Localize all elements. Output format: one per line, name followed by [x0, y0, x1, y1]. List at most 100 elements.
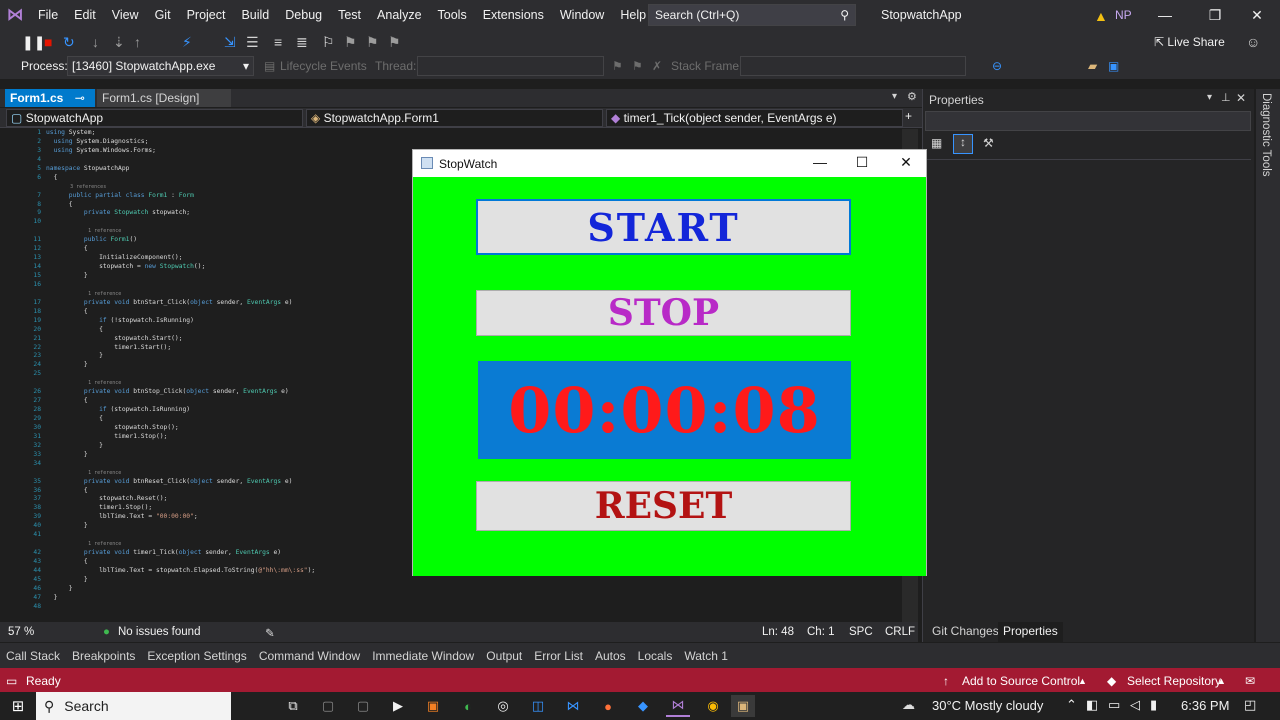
battery-icon[interactable]: ▮ — [1150, 697, 1157, 713]
user-avatar[interactable]: NP — [1115, 0, 1132, 30]
tab-command-window[interactable]: Command Window — [253, 649, 366, 663]
live-share-button[interactable]: ⇱ Live Share — [1154, 35, 1225, 49]
clock[interactable]: 6:36 PM — [1181, 698, 1229, 713]
menu-window[interactable]: Window — [552, 0, 612, 30]
vs-code-icon[interactable]: ⋈ — [561, 695, 585, 717]
clear-bookmarks-icon[interactable]: ⚑ — [388, 34, 401, 50]
pin-icon[interactable]: ⊸ — [75, 91, 85, 105]
taskbar-search[interactable]: ⚲ Search — [36, 692, 231, 720]
categorized-icon[interactable]: ▦ — [931, 136, 942, 150]
stop-button[interactable]: STOP — [476, 290, 851, 336]
tab-git-changes[interactable]: Git Changes — [927, 622, 1004, 642]
task-view-icon[interactable]: ⧉ — [281, 695, 305, 717]
step-over-icon[interactable]: ⇣ — [113, 34, 125, 50]
menu-project[interactable]: Project — [179, 0, 234, 30]
visual-studio-icon[interactable]: ⋈ — [666, 695, 690, 717]
process-dropdown[interactable]: [13460] StopwatchApp.exe ▾ — [67, 56, 254, 76]
property-grid[interactable] — [927, 159, 1251, 619]
network-icon[interactable]: ▭ — [1108, 697, 1120, 713]
minimize-button[interactable]: — — [1142, 0, 1188, 30]
close-button[interactable]: ✕ — [1234, 0, 1280, 30]
chrome-icon[interactable]: ◉ — [701, 695, 725, 717]
notification-center-icon[interactable]: ◰ — [1244, 697, 1256, 713]
menu-edit[interactable]: Edit — [66, 0, 104, 30]
start-button[interactable]: START — [476, 199, 851, 255]
search-input[interactable]: Search (Ctrl+Q) ⚲ — [648, 4, 856, 26]
thread-dropdown[interactable] — [417, 56, 604, 76]
tab-autos[interactable]: Autos — [589, 649, 632, 663]
add-source-control-button[interactable]: Add to Source Control — [962, 674, 1080, 688]
stopwatch-titlebar[interactable]: StopWatch — ☐ ✕ — [413, 150, 926, 177]
settings-gear-icon[interactable]: ⚙ — [907, 90, 917, 103]
hot-reload-icon[interactable]: ⚡ — [182, 34, 192, 50]
line-ending[interactable]: CRLF — [885, 626, 915, 638]
menu-analyze[interactable]: Analyze — [369, 0, 429, 30]
close-panel-icon[interactable]: ✕ — [1236, 91, 1246, 105]
feedback-icon[interactable]: ☺ — [1246, 34, 1260, 50]
menu-extensions[interactable]: Extensions — [475, 0, 552, 30]
flag-thread-icon[interactable]: ⚑ — [612, 59, 623, 73]
tab-immediate-window[interactable]: Immediate Window — [366, 649, 480, 663]
media-player-icon[interactable]: ▶ — [386, 695, 410, 717]
comment-icon[interactable]: ☰ — [246, 34, 259, 50]
tab-overflow-icon[interactable]: ▾ — [892, 91, 897, 102]
tab-output[interactable]: Output — [480, 649, 528, 663]
next-bookmark-icon[interactable]: ⚑ — [366, 34, 379, 50]
tab-form1-design[interactable]: Form1.cs [Design] — [97, 89, 231, 107]
form-maximize-button[interactable]: ☐ — [847, 154, 877, 174]
navigate-back-icon[interactable]: ⊖ — [992, 59, 1002, 73]
reset-button[interactable]: RESET — [476, 481, 851, 531]
app-orange-icon[interactable]: ▣ — [421, 695, 445, 717]
pin-panel-icon[interactable]: ⊥ — [1221, 91, 1231, 104]
diagnostic-tools-tab[interactable]: Diagnostic Tools — [1260, 93, 1272, 177]
tab-exception-settings[interactable]: Exception Settings — [141, 649, 252, 663]
menu-test[interactable]: Test — [330, 0, 369, 30]
select-repository-button[interactable]: Select Repository — [1127, 674, 1221, 688]
warning-icon[interactable]: ▲ — [1094, 8, 1108, 24]
tab-error-list[interactable]: Error List — [528, 649, 589, 663]
stack-frame-dropdown[interactable] — [740, 56, 966, 76]
object-selector-dropdown[interactable] — [925, 111, 1251, 131]
whitespace-mode[interactable]: SPC — [849, 626, 873, 638]
open-folder-icon[interactable]: ▰ — [1088, 59, 1097, 73]
form-minimize-button[interactable]: — — [805, 154, 835, 174]
project-dropdown[interactable]: ▢ StopwatchApp — [6, 109, 303, 127]
lifecycle-events-button[interactable]: Lifecycle Events — [280, 59, 367, 73]
stop-debug-icon[interactable]: ■ — [44, 34, 52, 50]
filter-icon[interactable]: ⚑ — [632, 59, 643, 73]
tray-app-icon[interactable]: ◧ — [1086, 697, 1098, 713]
start-button[interactable]: ⊞ — [0, 692, 36, 720]
tab-form1-cs[interactable]: Form1.cs ⊸ ✕ — [5, 89, 95, 123]
tab-watch-1[interactable]: Watch 1 — [678, 649, 734, 663]
member-dropdown[interactable]: ◆ timer1_Tick(object sender, EventArgs e… — [606, 109, 903, 127]
menu-file[interactable]: File — [30, 0, 66, 30]
edge-icon[interactable]: ◐ — [456, 695, 480, 717]
code-cleanup-icon[interactable]: ✎ — [265, 626, 275, 640]
chevron-up-icon[interactable]: ⌃ — [1066, 697, 1077, 713]
indent-icon[interactable]: ≡ — [274, 34, 282, 50]
tab-call-stack[interactable]: Call Stack — [0, 649, 66, 663]
app-square-icon[interactable]: ◫ — [526, 695, 550, 717]
step-out-icon[interactable]: ↑ — [134, 34, 141, 50]
prev-bookmark-icon[interactable]: ⚑ — [344, 34, 357, 50]
form-close-button[interactable]: ✕ — [891, 154, 921, 174]
split-icon[interactable]: + — [905, 109, 912, 123]
firefox-icon[interactable]: ● — [596, 695, 620, 717]
app-circle-icon[interactable]: ◎ — [491, 695, 515, 717]
pause-icon[interactable]: ❚❚ — [22, 34, 45, 50]
outdent-icon[interactable]: ≣ — [296, 34, 308, 50]
app-icon[interactable]: ▢ — [351, 695, 375, 717]
step-into-icon[interactable]: ↓ — [92, 34, 99, 50]
bookmark-icon[interactable]: ⚐ — [322, 34, 335, 50]
menu-tools[interactable]: Tools — [430, 0, 475, 30]
menu-git[interactable]: Git — [147, 0, 179, 30]
menu-build[interactable]: Build — [233, 0, 277, 30]
volume-icon[interactable]: ◁ — [1130, 697, 1140, 713]
issues-status[interactable]: No issues found — [118, 626, 200, 638]
tab-properties[interactable]: Properties — [998, 622, 1063, 642]
show-threads-icon[interactable]: ⇲ — [224, 34, 236, 50]
restart-icon[interactable]: ↻ — [63, 34, 75, 50]
zoom-level[interactable]: 57 % — [8, 626, 34, 638]
notifications-icon[interactable]: ✉ — [1245, 674, 1255, 688]
unflag-icon[interactable]: ✗ — [652, 59, 662, 73]
